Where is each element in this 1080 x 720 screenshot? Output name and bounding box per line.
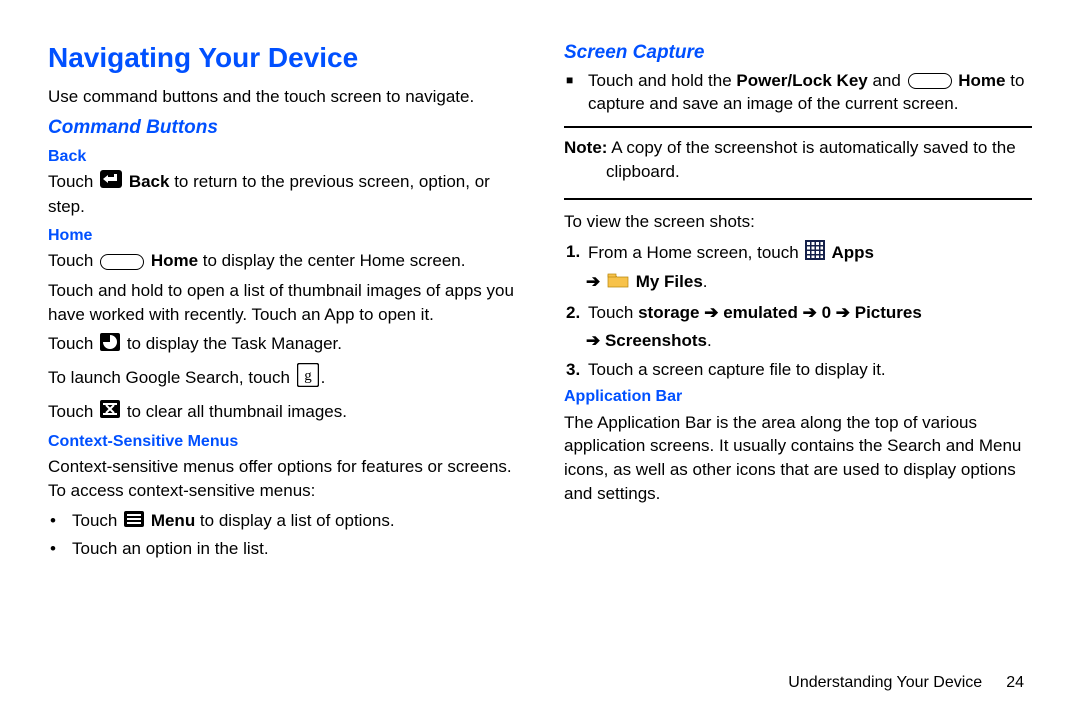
page-footer: Understanding Your Device 24 bbox=[788, 672, 1024, 694]
back-icon bbox=[100, 170, 122, 195]
home-p2: Touch and hold to open a list of thumbna… bbox=[48, 279, 516, 327]
view-intro: To view the screen shots: bbox=[564, 210, 1032, 234]
note-block: Note: A copy of the screenshot is automa… bbox=[564, 126, 1032, 200]
apps-grid-icon bbox=[805, 240, 825, 267]
subsection-home: Home bbox=[48, 225, 516, 247]
step-3: 3. Touch a screen capture file to displa… bbox=[566, 358, 1032, 382]
context-bullet-1: • Touch Menu to display a list of option… bbox=[50, 509, 516, 533]
subsection-application-bar: Application Bar bbox=[564, 386, 1032, 408]
note-label: Note: bbox=[564, 138, 607, 157]
capture-bullet: ■ Touch and hold the Power/Lock Key and … bbox=[566, 69, 1032, 117]
context-p1: Context-sensitive menus offer options fo… bbox=[48, 455, 516, 503]
task-manager-icon bbox=[100, 333, 120, 358]
section-screen-capture: Screen Capture bbox=[564, 40, 1032, 67]
home-p4: To launch Google Search, touch g. bbox=[48, 363, 516, 394]
right-column: Screen Capture ■ Touch and hold the Powe… bbox=[564, 38, 1032, 565]
appbar-p1: The Application Bar is the area along th… bbox=[564, 411, 1032, 506]
page-title: Navigating Your Device bbox=[48, 38, 516, 77]
step-2-line2: ➔ Screenshots. bbox=[586, 329, 1032, 353]
left-column: Navigating Your Device Use command butto… bbox=[48, 38, 516, 565]
step-1: 1. From a Home screen, touch Apps bbox=[566, 240, 1032, 267]
square-bullet-icon: ■ bbox=[566, 69, 588, 117]
subsection-context-menus: Context-Sensitive Menus bbox=[48, 431, 516, 453]
home-p5: Touch to clear all thumbnail images. bbox=[48, 400, 516, 425]
home-p3: Touch to display the Task Manager. bbox=[48, 332, 516, 357]
svg-text:g: g bbox=[304, 368, 312, 384]
footer-section: Understanding Your Device bbox=[788, 674, 982, 691]
context-bullet-2: • Touch an option in the list. bbox=[50, 537, 516, 561]
home-p1: Touch Home to display the center Home sc… bbox=[48, 249, 516, 273]
note-body: A copy of the screenshot is automaticall… bbox=[606, 138, 1016, 181]
back-paragraph: Touch Back to return to the previous scr… bbox=[48, 170, 516, 219]
subsection-back: Back bbox=[48, 146, 516, 168]
step-1-line2: ➔ My Files. bbox=[586, 270, 1032, 294]
folder-icon bbox=[607, 271, 629, 295]
home-button-icon bbox=[908, 73, 952, 89]
clear-thumbnails-icon bbox=[100, 400, 120, 425]
menu-icon bbox=[124, 510, 144, 534]
google-search-icon: g bbox=[297, 363, 319, 394]
section-command-buttons: Command Buttons bbox=[48, 115, 516, 142]
intro-text: Use command buttons and the touch screen… bbox=[48, 85, 516, 109]
page-number: 24 bbox=[1006, 674, 1024, 691]
home-button-icon bbox=[100, 254, 144, 270]
step-2: 2. Touch storage ➔ emulated ➔ 0 ➔ Pictur… bbox=[566, 301, 1032, 325]
